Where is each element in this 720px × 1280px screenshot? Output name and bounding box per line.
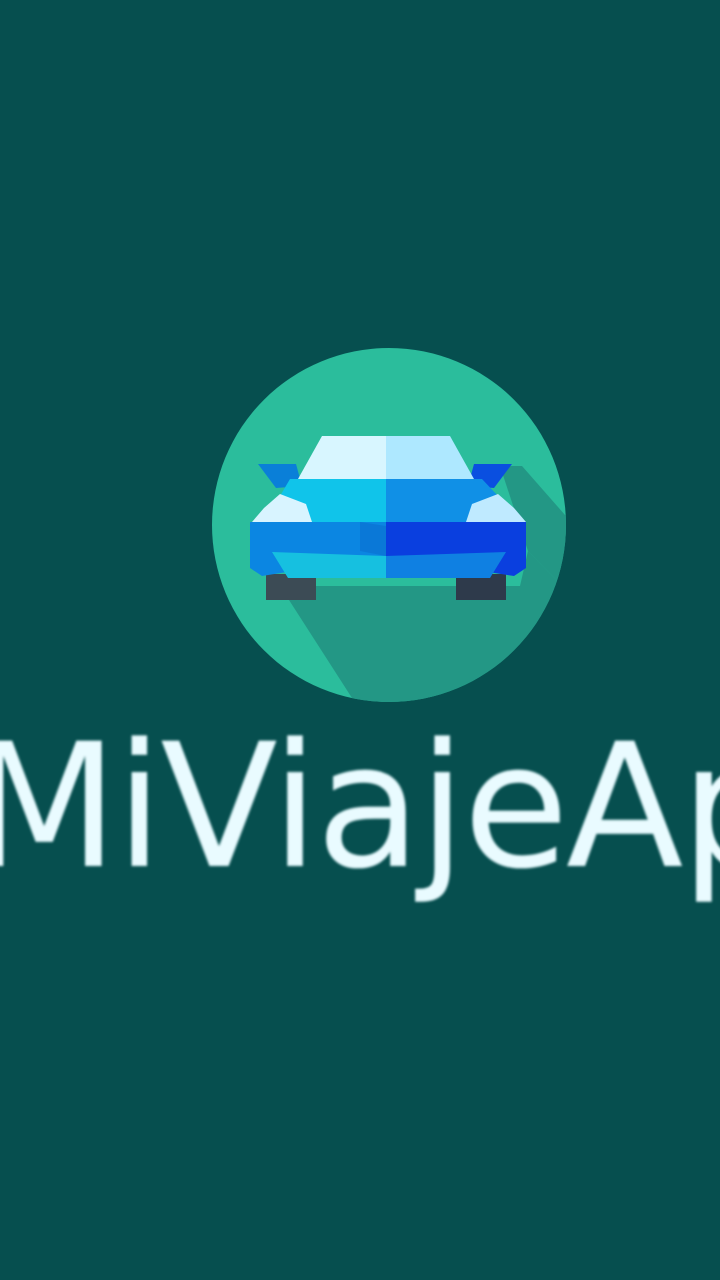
app-logo — [210, 346, 568, 704]
app-name-wordmark: MiViajeApp — [0, 712, 720, 912]
app-name: MiViajeApp — [0, 712, 720, 907]
splash-screen: MiViajeApp — [0, 0, 720, 1280]
car-front-icon — [212, 348, 566, 702]
